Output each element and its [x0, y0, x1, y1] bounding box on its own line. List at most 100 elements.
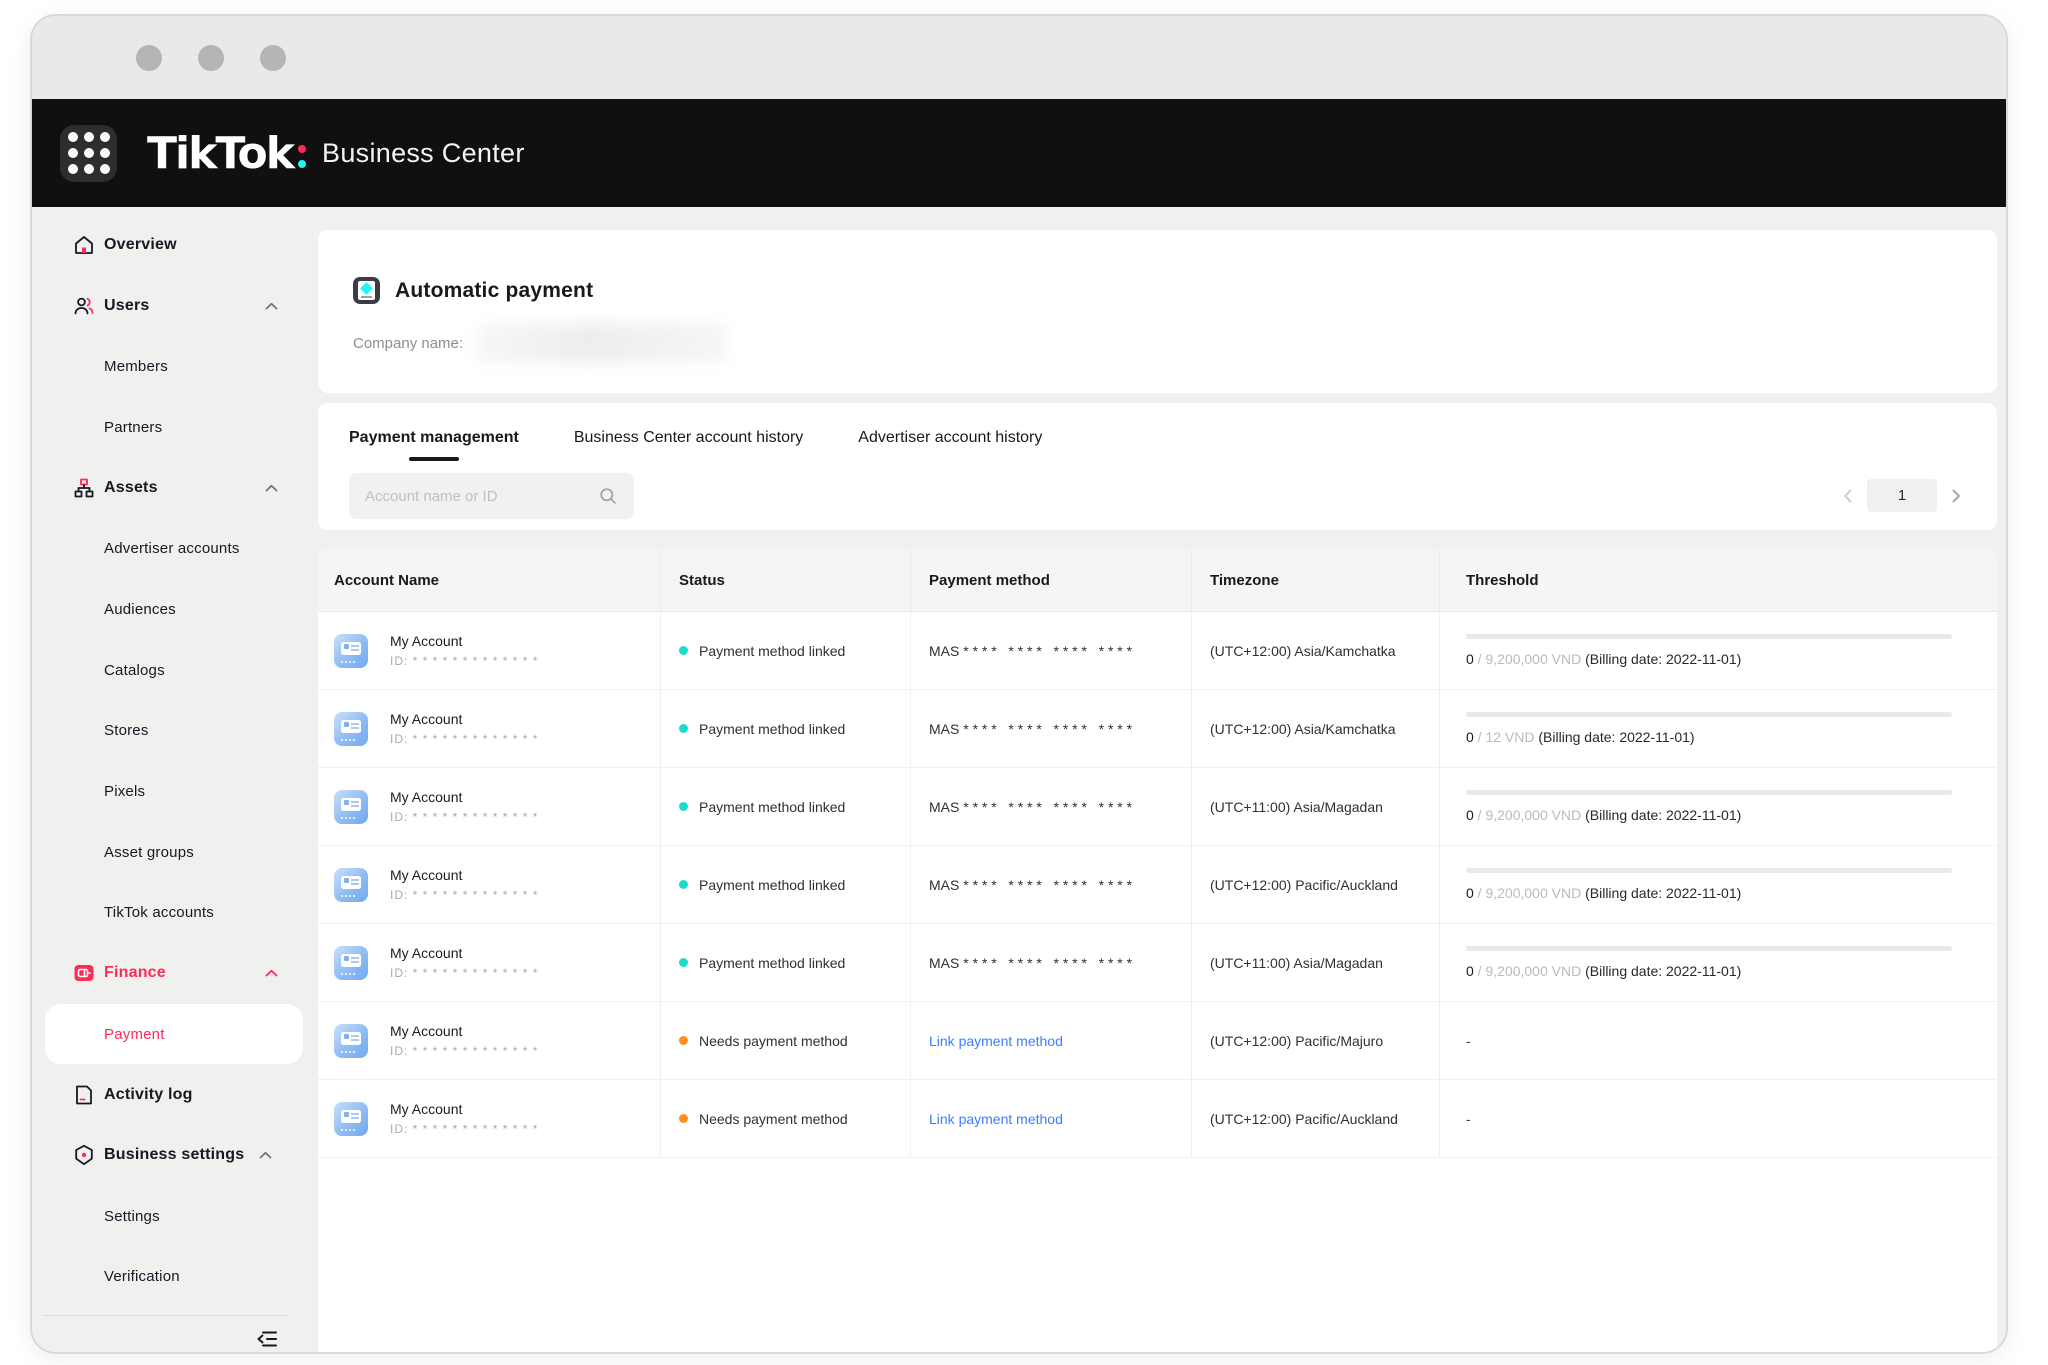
main-content: Automatic payment Company name: Payment … [310, 207, 2006, 1352]
table-row: My Account ID: * * * * * * * * * * * * * … [318, 690, 1997, 768]
payment-method-masked: MAS * * * * * * * * * * * * * * * * [929, 720, 1133, 737]
pagination-prev-button[interactable] [1841, 488, 1855, 504]
window-titlebar [32, 16, 2006, 99]
threshold-progress-bar [1466, 868, 1952, 873]
payment-method-masked: MAS * * * * * * * * * * * * * * * * [929, 954, 1133, 971]
tiktok-logo: TikTok Business Center [147, 128, 525, 179]
sidebar-item-users[interactable]: Users [32, 276, 310, 337]
column-header-status: Status [661, 549, 911, 611]
payment-method-masked: MAS * * * * * * * * * * * * * * * * [929, 876, 1133, 893]
tab-bar: Payment management Business Center accou… [349, 429, 1967, 459]
sidebar-item-label: Finance [104, 964, 166, 982]
timezone-value: (UTC+12:00) Asia/Kamchatka [1210, 720, 1396, 737]
sidebar-item-advertiser-accounts[interactable]: Advertiser accounts [32, 518, 310, 579]
collapse-sidebar-button[interactable] [254, 1326, 280, 1352]
table-row: My Account ID: * * * * * * * * * * * * * … [318, 768, 1997, 846]
account-card-icon [334, 789, 368, 824]
threshold-empty: - [1466, 1110, 1471, 1127]
tab-business-center-account-history[interactable]: Business Center account history [574, 429, 803, 459]
sidebar-item-label: Assets [104, 479, 158, 497]
link-payment-method-link[interactable]: Link payment method [929, 1111, 1063, 1127]
page-title: Automatic payment [395, 278, 594, 302]
threshold-text: 0 / 12 VND (Billing date: 2022-11-01) [1466, 729, 1695, 745]
table-row: My Account ID: * * * * * * * * * * * * * … [318, 1080, 1997, 1158]
users-icon [72, 294, 96, 318]
account-card-icon [334, 1101, 368, 1136]
status-dot-icon [679, 724, 688, 733]
sidebar-item-pixels[interactable]: Pixels [32, 761, 310, 822]
table-row: My Account ID: * * * * * * * * * * * * * … [318, 1002, 1997, 1080]
status-dot-icon [679, 880, 688, 889]
table-header-row: Account Name Status Payment method Timez… [318, 549, 1997, 612]
window-control-dot [198, 44, 224, 71]
timezone-value: (UTC+12:00) Asia/Kamchatka [1210, 642, 1396, 659]
search-input[interactable] [349, 473, 634, 519]
sidebar-item-payment[interactable]: Payment [45, 1003, 303, 1065]
sidebar-item-finance[interactable]: Finance [32, 943, 310, 1004]
chevron-up-icon [265, 969, 278, 977]
threshold-text: 0 / 9,200,000 VND (Billing date: 2022-11… [1466, 651, 1742, 667]
tab-advertiser-account-history[interactable]: Advertiser account history [858, 429, 1042, 459]
status-label: Payment method linked [699, 954, 846, 971]
tab-payment-management[interactable]: Payment management [349, 429, 519, 459]
timezone-value: (UTC+11:00) Asia/Magadan [1210, 954, 1383, 971]
grid-icon [67, 132, 110, 174]
sidebar-item-assets[interactable]: Assets [32, 458, 310, 519]
status-label: Payment method linked [699, 642, 846, 659]
payment-method-masked: MAS * * * * * * * * * * * * * * * * [929, 798, 1133, 815]
finance-icon [72, 961, 96, 985]
status-label: Payment method linked [699, 798, 846, 815]
sidebar-item-overview[interactable]: Overview [32, 215, 310, 276]
account-name: My Account [390, 1023, 463, 1039]
account-card-icon [334, 867, 368, 902]
sidebar-item-partners[interactable]: Partners [32, 397, 310, 458]
sidebar-item-tiktok-accounts[interactable]: TikTok accounts [32, 882, 310, 943]
sidebar-item-members[interactable]: Members [32, 336, 310, 397]
threshold-progress-bar [1466, 790, 1952, 795]
column-header-threshold: Threshold [1466, 571, 1539, 589]
threshold-empty: - [1466, 1032, 1471, 1049]
pagination-current-page[interactable]: 1 [1867, 479, 1937, 512]
link-payment-method-link[interactable]: Link payment method [929, 1033, 1063, 1049]
collapse-sidebar-icon [257, 1331, 277, 1347]
sidebar-item-label: Overview [104, 236, 177, 254]
sidebar-item-stores[interactable]: Stores [32, 700, 310, 761]
account-card-icon [334, 1023, 368, 1058]
logo-colon-icon [298, 144, 307, 168]
tabs-card: Payment management Business Center accou… [318, 403, 1997, 530]
account-id-masked: ID: * * * * * * * * * * * * * [390, 966, 539, 980]
sidebar-item-activity-log[interactable]: Activity log [32, 1064, 310, 1125]
status-label: Payment method linked [699, 720, 846, 737]
pagination-next-button[interactable] [1949, 488, 1963, 504]
sidebar-item-audiences[interactable]: Audiences [32, 579, 310, 640]
apps-grid-button[interactable] [60, 124, 117, 182]
app-header: TikTok Business Center [32, 99, 2006, 207]
timezone-value: (UTC+12:00) Pacific/Auckland [1210, 876, 1398, 893]
account-card-icon [334, 945, 368, 980]
table-row: My Account ID: * * * * * * * * * * * * * … [318, 924, 1997, 1002]
account-id-masked: ID: * * * * * * * * * * * * * [390, 1122, 539, 1136]
threshold-text: 0 / 9,200,000 VND (Billing date: 2022-11… [1466, 807, 1742, 823]
sidebar-item-business-settings[interactable]: Business settings [32, 1125, 310, 1186]
sidebar-item-catalogs[interactable]: Catalogs [32, 640, 310, 701]
payment-method-masked: MAS * * * * * * * * * * * * * * * * [929, 642, 1133, 659]
sidebar-item-verification[interactable]: Verification [32, 1246, 310, 1307]
page-header-card: Automatic payment Company name: [318, 230, 1997, 393]
status-label: Payment method linked [699, 876, 846, 893]
home-icon [72, 233, 96, 257]
column-header-timezone: Timezone [1192, 549, 1440, 611]
sidebar-item-settings[interactable]: Settings [32, 1186, 310, 1247]
account-id-masked: ID: * * * * * * * * * * * * * [390, 1044, 539, 1058]
threshold-text: 0 / 9,200,000 VND (Billing date: 2022-11… [1466, 963, 1742, 979]
account-name: My Account [390, 867, 463, 883]
business-settings-icon [72, 1143, 96, 1167]
account-id-masked: ID: * * * * * * * * * * * * * [390, 810, 539, 824]
account-id-masked: ID: * * * * * * * * * * * * * [390, 732, 539, 746]
sidebar: Overview Users Members Partners Assets A… [32, 207, 310, 1352]
assets-icon [72, 476, 96, 500]
account-name: My Account [390, 633, 463, 649]
product-name: Business Center [322, 137, 525, 168]
sidebar-item-asset-groups[interactable]: Asset groups [32, 822, 310, 883]
payment-table-card: Account Name Status Payment method Timez… [318, 549, 1997, 1352]
account-card-icon [334, 633, 368, 668]
